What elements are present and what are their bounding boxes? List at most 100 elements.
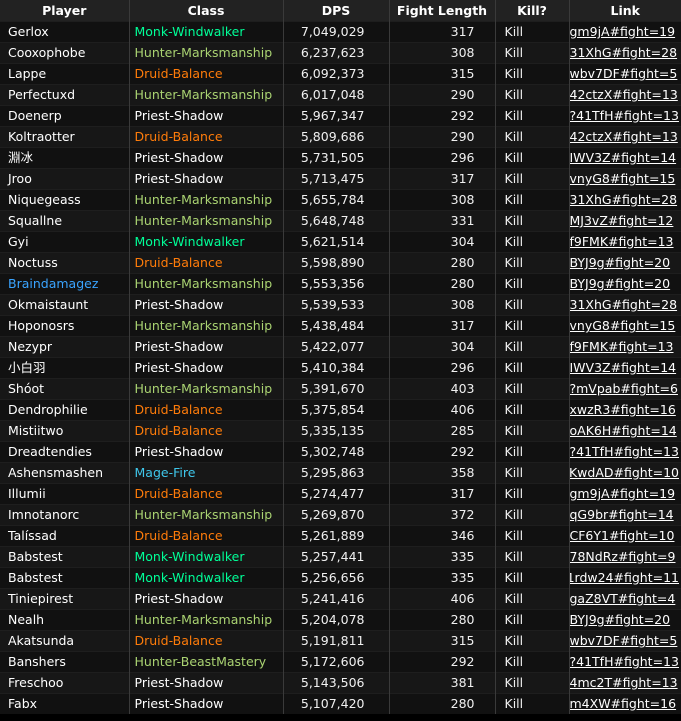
report-link-text[interactable]: 4mc2T#fight=13 [570,675,678,690]
report-link-text[interactable]: 31XhG#fight=28 [570,192,677,207]
report-link[interactable]: IWV3Z#fight=14 [568,147,681,169]
report-link-text[interactable]: xwzR3#fight=16 [570,402,676,417]
report-link-text[interactable]: vnyG8#fight=15 [570,171,675,186]
report-link[interactable]: 78NdRz#fight=9 [568,546,681,568]
report-link[interactable]: ?mVpab#fight=6 [568,378,681,400]
report-link[interactable]: BYJ9g#fight=20 [568,609,681,631]
report-link[interactable]: vnyG8#fight=15 [568,315,681,337]
header-link[interactable]: Link [568,0,681,22]
report-link-text[interactable]: f9FMK#fight=13 [570,234,674,249]
report-link[interactable]: gm9jA#fight=19 [568,21,681,43]
report-link[interactable]: 31XhG#fight=28 [568,42,681,64]
table-row: Shóot Hunter-Marksmanship 5,391,670 403 Kill… [0,378,681,400]
player-name-cell: Okmaistaunt [0,294,129,316]
kill-cell: Kill [494,126,569,148]
report-link-text[interactable]: 42ctzX#fight=13 [570,129,678,144]
report-link[interactable]: ?41TfH#fight=13 [568,441,681,463]
report-link-text[interactable]: CF6Y1#fight=10 [570,528,674,543]
report-link[interactable]: IWV3Z#fight=14 [568,357,681,379]
report-link[interactable]: gaZ8VT#fight=4 [568,588,681,610]
header-dps[interactable]: DPS [282,0,389,22]
report-link-text[interactable]: IWV3Z#fight=14 [570,150,676,165]
report-link[interactable]: BYJ9g#fight=20 [568,252,681,274]
header-class[interactable]: Class [128,0,283,22]
report-link-text[interactable]: f9FMK#fight=13 [570,339,674,354]
dps-cell: 5,391,670 [282,378,389,400]
dps-ranking-table: Player Class DPS Fight Length Kill? Link… [0,0,681,714]
player-name-cell: Dreadtendies [0,441,129,463]
report-link-text[interactable]: 78NdRz#fight=9 [570,549,675,564]
report-link-text[interactable]: gaZ8VT#fight=4 [570,591,675,606]
report-link[interactable]: wbv7DF#fight=5 [568,630,681,652]
header-kill[interactable]: Kill? [494,0,569,22]
report-link-text[interactable]: IWV3Z#fight=14 [570,360,676,375]
kill-cell: Kill [494,189,569,211]
report-link-text[interactable]: BYJ9g#fight=20 [570,276,670,291]
player-name-cell: Talíssad [0,525,129,547]
report-link-text[interactable]: ?41TfH#fight=13 [570,654,679,669]
report-link[interactable]: gm9jA#fight=19 [568,483,681,505]
fight-length-cell: 280 [388,273,495,295]
report-link-text[interactable]: BYJ9g#fight=20 [570,612,670,627]
report-link[interactable]: 1rdw24#fight=11 [568,567,681,589]
report-link-text[interactable]: wbv7DF#fight=5 [570,633,677,648]
table-row: Lappe Druid-Balance 6,092,373 315 Kill wbv7DF… [0,63,681,85]
report-link-text[interactable]: ?mVpab#fight=6 [570,381,678,396]
report-link[interactable]: 42ctzX#fight=13 [568,84,681,106]
dps-cell: 5,191,811 [282,630,389,652]
report-link-text[interactable]: MJ3vZ#fight=12 [570,213,673,228]
report-link[interactable]: wbv7DF#fight=5 [568,63,681,85]
player-name-cell: Ashensmashen [0,462,129,484]
report-link[interactable]: ?41TfH#fight=13 [568,651,681,673]
fight-length-cell: 290 [388,126,495,148]
report-link[interactable]: ?41TfH#fight=13 [568,105,681,127]
report-link-text[interactable]: 1rdw24#fight=11 [570,570,679,585]
report-link[interactable]: 31XhG#fight=28 [568,189,681,211]
report-link[interactable]: vnyG8#fight=15 [568,168,681,190]
report-link[interactable]: BYJ9g#fight=20 [568,273,681,295]
report-link-text[interactable]: qG9br#fight=14 [570,507,674,522]
kill-cell: Kill [494,588,569,610]
report-link[interactable]: 4mc2T#fight=13 [568,672,681,694]
report-link[interactable]: KwdAD#fight=10 [568,462,681,484]
report-link-text[interactable]: oAK6H#fight=14 [570,423,677,438]
report-link[interactable]: m4XW#fight=16 [568,693,681,714]
report-link[interactable]: xwzR3#fight=16 [568,399,681,421]
fight-length-cell: 308 [388,189,495,211]
report-link[interactable]: f9FMK#fight=13 [568,336,681,358]
class-cell: Hunter-Marksmanship [128,273,283,295]
report-link-text[interactable]: BYJ9g#fight=20 [570,255,670,270]
fight-length-cell: 280 [388,609,495,631]
report-link-text[interactable]: vnyG8#fight=15 [570,318,675,333]
class-cell: Monk-Windwalker [128,546,283,568]
player-name-cell: Doenerp [0,105,129,127]
class-cell: Druid-Balance [128,63,283,85]
report-link[interactable]: 42ctzX#fight=13 [568,126,681,148]
report-link[interactable]: oAK6H#fight=14 [568,420,681,442]
kill-cell: Kill [494,315,569,337]
report-link-text[interactable]: gm9jA#fight=19 [570,24,675,39]
class-cell: Hunter-Marksmanship [128,189,283,211]
report-link-text[interactable]: 42ctzX#fight=13 [570,87,678,102]
report-link-text[interactable]: 31XhG#fight=28 [570,45,677,60]
report-link-text[interactable]: 31XhG#fight=28 [570,297,677,312]
fight-length-cell: 317 [388,315,495,337]
report-link-text[interactable]: m4XW#fight=16 [570,696,676,711]
report-link[interactable]: CF6Y1#fight=10 [568,525,681,547]
class-cell: Hunter-Marksmanship [128,378,283,400]
report-link[interactable]: qG9br#fight=14 [568,504,681,526]
header-player[interactable]: Player [0,0,129,22]
report-link[interactable]: 31XhG#fight=28 [568,294,681,316]
report-link[interactable]: f9FMK#fight=13 [568,231,681,253]
class-cell: Priest-Shadow [128,672,283,694]
report-link-text[interactable]: wbv7DF#fight=5 [570,66,677,81]
report-link-text[interactable]: ?41TfH#fight=13 [570,444,679,459]
report-link[interactable]: MJ3vZ#fight=12 [568,210,681,232]
report-link-text[interactable]: gm9jA#fight=19 [570,486,675,501]
header-fight-length[interactable]: Fight Length [388,0,495,22]
kill-cell: Kill [494,147,569,169]
dps-cell: 5,256,656 [282,567,389,589]
class-cell: Hunter-Marksmanship [128,210,283,232]
report-link-text[interactable]: ?41TfH#fight=13 [570,108,679,123]
report-link-text[interactable]: KwdAD#fight=10 [570,465,679,480]
